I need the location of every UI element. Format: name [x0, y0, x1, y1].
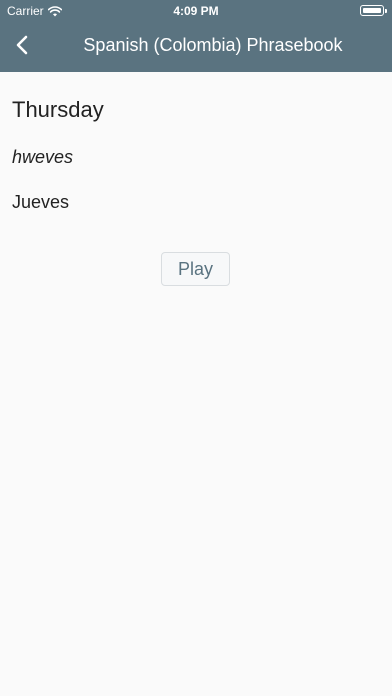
app-header: Carrier 4:09 PM Spanish (Colombia) Phras… — [0, 0, 392, 72]
navigation-bar: Spanish (Colombia) Phrasebook — [0, 22, 392, 72]
chevron-left-icon — [15, 34, 29, 61]
phrase-english-text: Thursday — [12, 97, 104, 122]
phrase-detail: Thursday hweves Jueves — [12, 96, 380, 214]
phrase-pronunciation-text: hweves — [12, 147, 74, 167]
page-title: Spanish (Colombia) Phrasebook — [83, 35, 343, 55]
status-time: 4:09 PM — [173, 4, 219, 18]
phrase-translation-text: Jueves — [12, 192, 70, 212]
back-button[interactable] — [10, 32, 34, 62]
battery-icon — [360, 5, 387, 16]
status-bar: Carrier 4:09 PM — [0, 0, 392, 22]
play-button[interactable]: Play — [161, 252, 230, 286]
